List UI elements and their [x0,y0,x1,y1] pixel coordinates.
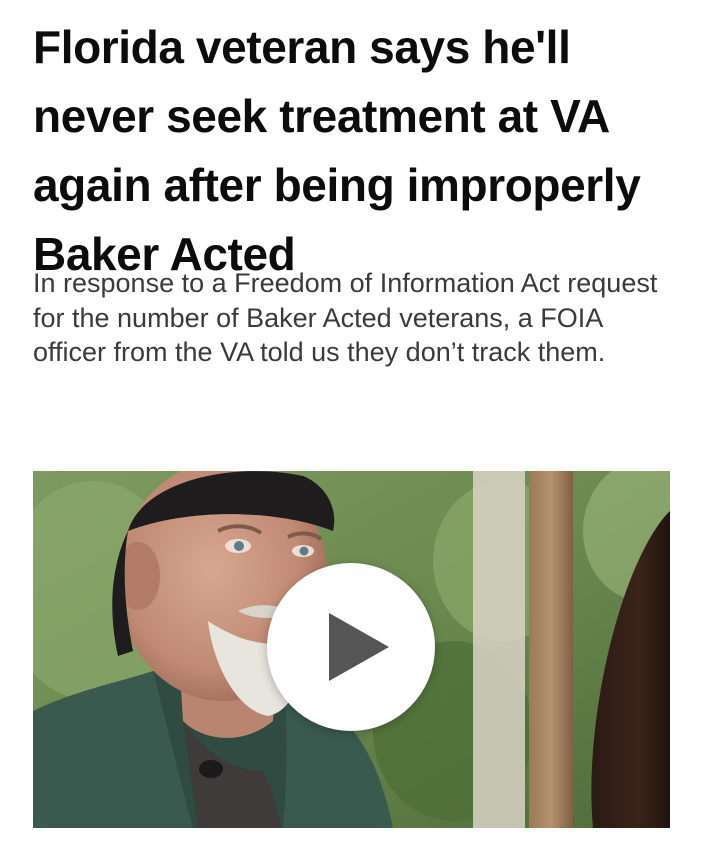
play-button[interactable] [267,563,435,731]
play-icon [329,613,389,681]
article-card[interactable]: Florida veteran says he'll never seek tr… [0,0,711,843]
article-summary: In response to a Freedom of Information … [33,268,658,367]
article-headline[interactable]: Florida veteran says he'll never seek tr… [33,13,673,289]
video-player[interactable] [33,471,670,828]
